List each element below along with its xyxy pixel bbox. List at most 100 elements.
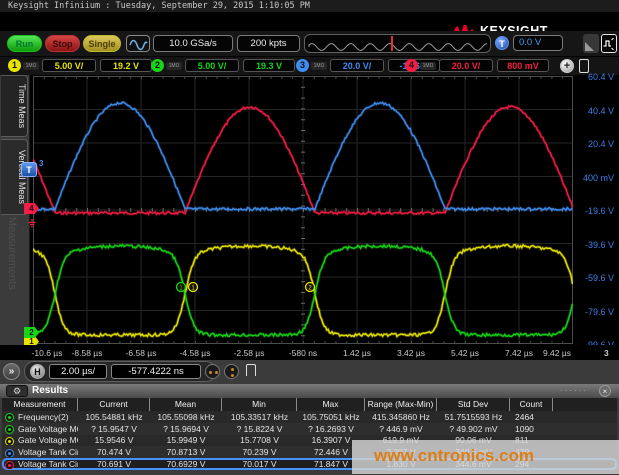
horizontal-badge[interactable]: H (30, 364, 45, 379)
measurement-marker[interactable]: 1 (189, 283, 198, 292)
channel-color-dot (5, 413, 14, 422)
channel-1-offset-field[interactable]: 19.2 V (100, 59, 152, 72)
trigger-position-marker[interactable] (391, 36, 393, 51)
single-button[interactable]: Single (83, 35, 121, 52)
channel-3-badge[interactable]: 3 (296, 59, 309, 72)
results-column-headers: MeasurementCurrentMeanMinMaxRange (Max-M… (2, 398, 617, 411)
waveform-adjust-icon (603, 37, 614, 55)
channel-1-badge[interactable]: 1 (8, 59, 21, 72)
measurement-row[interactable]: Gate Voltage MC? 15.9547 V? 15.9694 V? 1… (2, 423, 617, 435)
channel-color-dot (5, 425, 14, 434)
measurement-name: Frequency(2) (2, 412, 78, 422)
results-close-button[interactable]: × (599, 385, 611, 397)
trigger-channel-label: 3 (39, 159, 43, 168)
column-header[interactable]: Std Dev (437, 398, 510, 411)
x-axis-label: -580 ns (289, 348, 317, 358)
horizontal-controls: » H 2.00 µs/ -577.4222 ns (0, 360, 619, 384)
knob-dots-icon (215, 371, 218, 374)
tab-vertical-meas[interactable]: Vertical Meas (1, 139, 28, 215)
channel-2-impedance[interactable]: 1MΩ (166, 62, 182, 70)
waveform-display[interactable]: 11 2 (30, 75, 575, 345)
sample-rate-field[interactable]: 10.0 GSa/s (153, 35, 233, 52)
scope-graticule: 11 2 (33, 76, 573, 344)
y-axis-label: -59.6 V (576, 273, 614, 283)
logo-bar: KEYSIGHT TECHNOLOGIES (0, 12, 619, 31)
sine-wave-icon (129, 38, 148, 56)
results-title: Results (32, 385, 68, 396)
column-header[interactable]: Range (Max-Min) (365, 398, 437, 411)
channel-3-scale-field[interactable]: 20.0 V/ (330, 59, 384, 72)
y-axis-label: 60.4 V (576, 72, 614, 82)
watermark-text: www.cntronics.com (374, 446, 534, 466)
column-header[interactable]: Measurement (2, 398, 78, 411)
ch4-ground-icon (27, 215, 37, 233)
channel-color-dot (5, 461, 14, 470)
y-axis-label: -39.6 V (576, 240, 614, 250)
trigger-level-marker[interactable]: T (21, 162, 37, 177)
x-axis-label: 1.42 µs (343, 348, 371, 358)
trigger-level-field[interactable]: 0.0 V (513, 35, 563, 51)
corner-shape-icon (585, 42, 594, 51)
y-axis-label: 400 mV (576, 173, 614, 183)
measurement-name: Gate Voltage MC (2, 435, 78, 445)
trigger-badge[interactable]: T (495, 36, 509, 50)
channel-3-impedance[interactable]: 1MΩ (311, 62, 327, 70)
acquisition-mode-button[interactable] (126, 35, 150, 52)
x-axis-label: -4.58 µs (180, 348, 211, 358)
channel-color-dot (5, 449, 14, 458)
column-header[interactable]: Mean (150, 398, 222, 411)
axis-channel-badge: 3 (604, 348, 609, 358)
measurement-name: Voltage Tank Cir (2, 447, 78, 457)
column-header[interactable]: Max (297, 398, 365, 411)
scale-corner-button[interactable] (583, 34, 599, 53)
add-channel-button[interactable]: + (560, 59, 574, 73)
channel-4-offset-field[interactable]: 800 mV (497, 59, 549, 72)
delay-knob-button[interactable] (224, 364, 239, 379)
timebase-scale-field[interactable]: 2.00 µs/ (49, 364, 107, 379)
y-axis-label: -79.6 V (576, 307, 614, 317)
column-header[interactable]: Count (510, 398, 553, 411)
time-axis: 3 -10.6 µs-8.58 µs-6.58 µs-4.58 µs-2.58 … (0, 345, 619, 360)
channel-2-offset-field[interactable]: 19.3 V (243, 59, 295, 72)
panel-drag-dots: ······ (560, 386, 588, 395)
x-axis-label: -10.6 µs (32, 348, 63, 358)
acquisition-preview[interactable] (304, 34, 491, 53)
memory-depth-field[interactable]: 200 kpts (237, 35, 300, 52)
channel-4-scale-field[interactable]: 20.0 V/ (439, 59, 493, 72)
channel-bar: 11MΩ5.00 V/19.2 V21MΩ5.00 V/19.3 V31MΩ20… (0, 57, 619, 75)
x-axis-label: -2.58 µs (234, 348, 265, 358)
channel-2-scale-field[interactable]: 5.00 V/ (185, 59, 239, 72)
results-settings-button[interactable]: ⚙ (6, 385, 28, 397)
oscilloscope-screen: Keysight Infiniium : Tuesday, September … (0, 0, 619, 475)
channel-2-badge[interactable]: 2 (151, 59, 164, 72)
adjust-scales-button[interactable] (601, 34, 617, 53)
measurements-ghost-label: Measurements (6, 217, 18, 290)
column-header[interactable]: Current (78, 398, 150, 411)
measurement-marker[interactable]: 1 (177, 283, 186, 292)
toolbar: Run Stop Single 10.0 GSa/s 200 kpts T 0.… (0, 31, 619, 57)
measurement-row[interactable]: Frequency(2)105.54881 kHz105.55098 kHz10… (2, 411, 617, 423)
channel-1-scale-field[interactable]: 5.00 V/ (42, 59, 96, 72)
column-header[interactable]: Min (222, 398, 297, 411)
horizontal-knob-button[interactable] (205, 364, 220, 379)
measurement-name: Voltage Tank Cir (2, 459, 78, 469)
x-axis-label: 5.42 µs (451, 348, 479, 358)
knob-dots-icon (231, 368, 234, 371)
stop-button[interactable]: Stop (45, 35, 80, 52)
timebase-position-field[interactable]: -577.4222 ns (111, 364, 201, 379)
tab-time-meas[interactable]: Time Meas (1, 75, 28, 137)
run-button[interactable]: Run (7, 35, 42, 52)
gear-icon: ⚙ (13, 387, 21, 397)
y-axis-label: 20.4 V (576, 139, 614, 149)
column-header[interactable] (553, 398, 617, 411)
probe-connect-icon[interactable] (579, 59, 589, 73)
pin-icon[interactable] (246, 364, 256, 376)
left-sidebar: Time Meas Vertical Meas Measurements (0, 75, 30, 360)
measurement-marker[interactable]: 2 (306, 283, 315, 292)
channel-4-impedance[interactable]: 1MΩ (420, 62, 436, 70)
x-axis-label: -6.58 µs (126, 348, 157, 358)
channel-1-impedance[interactable]: 1MΩ (23, 62, 39, 70)
channel-4-badge[interactable]: 4 (405, 59, 418, 72)
x-axis-label: 9.42 µs (543, 348, 571, 358)
expand-panel-button[interactable]: » (3, 363, 20, 380)
